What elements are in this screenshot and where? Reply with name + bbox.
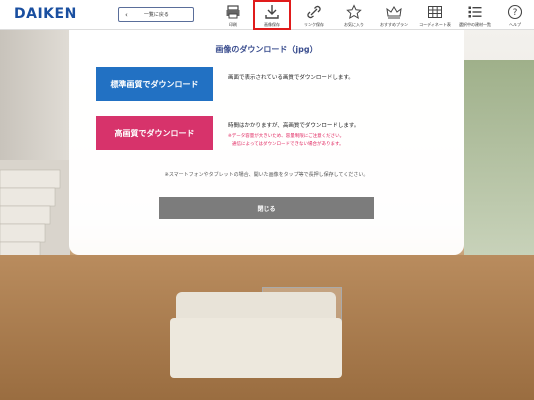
high-quality-download-button[interactable]: 高画質でダウンロード bbox=[96, 116, 213, 150]
print-label: 印刷 bbox=[229, 22, 237, 27]
back-to-list-button[interactable]: ‹ 一覧に戻る bbox=[118, 7, 194, 22]
favorite-label: お気に入り bbox=[344, 22, 364, 27]
save-link-button[interactable]: リンク保存 bbox=[295, 2, 333, 28]
help-icon: ? bbox=[507, 4, 523, 20]
list-icon bbox=[468, 6, 482, 18]
download-icon bbox=[265, 5, 279, 19]
daiken-logo: DAIKEN bbox=[14, 6, 77, 22]
material-list-button[interactable]: 選択中の建材一覧 bbox=[456, 2, 494, 28]
standard-download-button[interactable]: 標準画質でダウンロード bbox=[96, 67, 213, 101]
svg-text:?: ? bbox=[513, 8, 518, 18]
standard-description: 画面で表示されている画質でダウンロードします。 bbox=[228, 75, 354, 81]
coordinate-table-button[interactable]: コーディネート表 bbox=[416, 2, 454, 28]
crown-icon bbox=[386, 6, 402, 19]
save-image-button[interactable]: 画像保存 bbox=[253, 0, 291, 30]
smartphone-note: ※スマートフォンやタブレットの場合、開いた画像をタップ等で長押し保存してください… bbox=[164, 172, 369, 178]
download-modal: 画像のダウンロード（jpg） 標準画質でダウンロード 画面で表示されている画質で… bbox=[69, 30, 464, 255]
printer-icon bbox=[226, 5, 240, 19]
network-warning: 通信によってはダウンロードできない場合があります。 bbox=[232, 142, 344, 147]
recommended-plan-label: おすすめプラン bbox=[380, 22, 408, 27]
grid-icon bbox=[428, 6, 442, 18]
recommended-plan-button[interactable]: おすすめプラン bbox=[375, 2, 413, 28]
favorite-button[interactable]: お気に入り bbox=[335, 2, 373, 28]
material-list-label: 選択中の建材一覧 bbox=[459, 22, 491, 27]
sofa-seat bbox=[170, 318, 342, 378]
modal-title: 画像のダウンロード（jpg） bbox=[215, 45, 318, 54]
link-icon bbox=[307, 5, 321, 19]
coordinate-table-label: コーディネート表 bbox=[419, 22, 451, 27]
top-toolbar: DAIKEN ‹ 一覧に戻る 印刷 画像保存 リンク保存 お気に入り おすすめプ… bbox=[0, 0, 534, 30]
save-image-label: 画像保存 bbox=[264, 22, 280, 27]
back-label: 一覧に戻る bbox=[143, 12, 169, 18]
chevron-left-icon: ‹ bbox=[125, 10, 128, 19]
close-button[interactable]: 閉じる bbox=[159, 197, 374, 219]
high-quality-description: 時間はかかりますが、高画質でダウンロードします。 bbox=[228, 123, 360, 129]
help-button[interactable]: ? ヘルプ bbox=[496, 2, 534, 28]
save-link-label: リンク保存 bbox=[304, 22, 324, 27]
help-label: ヘルプ bbox=[509, 22, 521, 27]
star-icon bbox=[346, 4, 362, 19]
capacity-warning: ※データ容量が大きいため、容量制限にご注意ください。 bbox=[228, 134, 345, 139]
print-button[interactable]: 印刷 bbox=[214, 2, 252, 28]
